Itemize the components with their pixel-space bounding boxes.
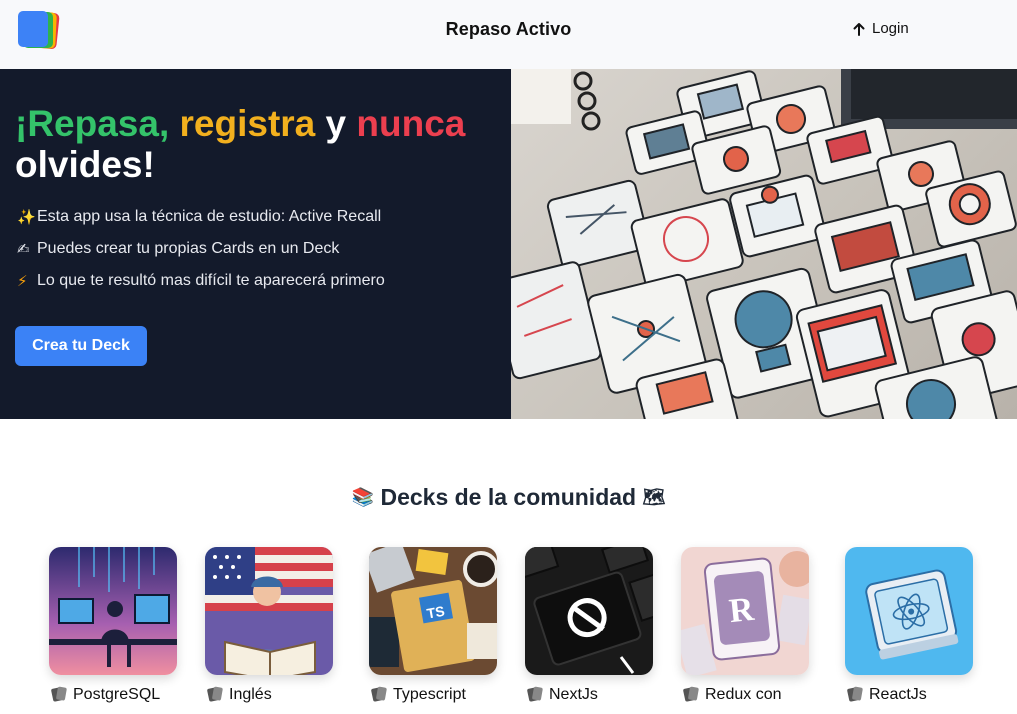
deck-card-postgresql[interactable]: PostgreSQL (49, 547, 177, 705)
card-icon (847, 686, 863, 702)
deck-thumbnail[interactable] (205, 547, 333, 675)
deck-label: NextJs (525, 685, 653, 705)
headline-word-olvides: olvides! (15, 144, 155, 185)
card-icon (371, 686, 387, 702)
headline-word-y: y (325, 103, 347, 144)
deck-card-typescript[interactable]: TS Typescript (369, 547, 497, 705)
lightning-icon: ⚡ (17, 272, 28, 290)
deck-label: Inglés (205, 685, 333, 705)
hero-headline: ¡Repasa, registra y nunca olvides! (15, 103, 505, 185)
feature-item: ⚡ Lo que te resultó mas difícil te apare… (17, 265, 385, 297)
deck-label: Typescript (369, 685, 497, 705)
top-navbar: Repaso Activo Login (0, 0, 1017, 69)
create-deck-button[interactable]: Crea tu Deck (15, 326, 147, 366)
feature-item: ✨ Esta app usa la técnica de estudio: Ac… (17, 201, 385, 233)
login-button[interactable]: Login (852, 20, 909, 37)
headline-word-registra: registra (179, 103, 316, 144)
feature-text: Lo que te resultó mas difícil te aparece… (37, 272, 385, 289)
books-icon: 📚 (351, 487, 375, 507)
community-section-title: 📚 Decks de la comunidad 🗺 (0, 484, 1017, 511)
deck-name: ReactJs (869, 686, 927, 703)
hero-section: ¡Repasa, registra y nunca olvides! ✨ Est… (0, 69, 1017, 419)
card-icon (51, 686, 67, 702)
writing-hand-icon: ✍ (17, 240, 30, 258)
deck-name: Redux con (705, 686, 782, 703)
deck-label: Redux con (681, 685, 809, 705)
feature-list: ✨ Esta app usa la técnica de estudio: Ac… (17, 201, 385, 297)
arrow-up-icon (853, 22, 865, 36)
headline-word-nunca: nunca (356, 103, 466, 144)
svg-text:R: R (727, 591, 756, 630)
deck-thumbnail[interactable] (525, 547, 653, 675)
deck-card-nextjs[interactable]: NextJs (525, 547, 653, 705)
deck-card-reactjs[interactable]: ReactJs (845, 547, 973, 705)
feature-text: Puedes crear tu propias Cards en un Deck (37, 240, 340, 257)
deck-name: Inglés (229, 686, 272, 703)
map-icon: 🗺 (642, 487, 666, 507)
feature-text: Esta app usa la técnica de estudio: Acti… (37, 208, 382, 225)
deck-thumbnail[interactable]: R (681, 547, 809, 675)
card-icon (207, 686, 223, 702)
deck-label: ReactJs (845, 685, 973, 705)
hero-flashcards-image (511, 69, 1017, 419)
sparkles-icon: ✨ (17, 208, 36, 226)
deck-name: PostgreSQL (73, 686, 161, 703)
deck-name: NextJs (549, 686, 598, 703)
deck-card-redux[interactable]: R Redux con (681, 547, 809, 705)
deck-thumbnail[interactable]: TS (369, 547, 497, 675)
headline-word-repasa: ¡Repasa, (15, 103, 170, 144)
deck-card-ingles[interactable]: Inglés (205, 547, 333, 705)
card-icon (527, 686, 543, 702)
deck-label: PostgreSQL (49, 685, 177, 705)
login-label: Login (872, 20, 909, 37)
hero-text-panel: ¡Repasa, registra y nunca olvides! ✨ Est… (0, 69, 511, 419)
deck-thumbnail[interactable] (49, 547, 177, 675)
card-icon (683, 686, 699, 702)
deck-thumbnail[interactable] (845, 547, 973, 675)
svg-text:TS: TS (425, 603, 445, 622)
deck-name: Typescript (393, 686, 466, 703)
community-title-text: Decks de la comunidad (380, 484, 637, 510)
feature-item: ✍ Puedes crear tu propias Cards en un De… (17, 233, 385, 265)
